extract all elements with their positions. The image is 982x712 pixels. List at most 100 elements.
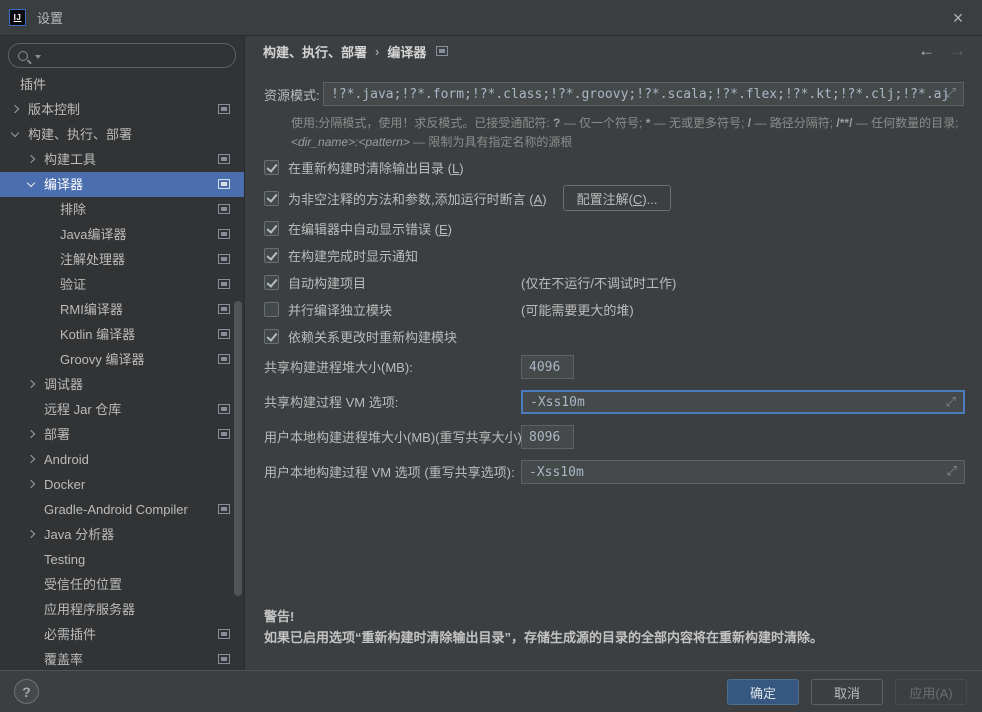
sidebar-scrollbar-thumb[interactable]	[234, 301, 242, 596]
sidebar-item[interactable]: Groovy 编译器	[0, 347, 244, 372]
ok-button[interactable]: 确定	[727, 679, 799, 705]
checkbox[interactable]	[264, 160, 279, 175]
chevron-right-icon[interactable]	[27, 530, 35, 538]
screen-icon	[218, 354, 230, 364]
screen-icon	[218, 504, 230, 514]
checkbox-label: 在重新构建时清除输出目录 (L)	[288, 158, 464, 177]
configure-annotations-button[interactable]: 配置注解(C)...	[563, 185, 672, 211]
screen-icon	[218, 154, 230, 164]
sidebar-item[interactable]: 覆盖率	[0, 647, 244, 670]
field-input[interactable]	[522, 356, 573, 378]
checkbox[interactable]	[264, 191, 279, 206]
sidebar-item-label: 构建、执行、部署	[28, 127, 132, 142]
checkbox[interactable]	[264, 248, 279, 263]
breadcrumb-item[interactable]: 构建、执行、部署	[263, 42, 367, 61]
sidebar-item-label: Testing	[44, 552, 85, 567]
field-input[interactable]	[522, 426, 573, 448]
checkbox-row: 并行编译独立模块(可能需要更大的堆)	[264, 296, 964, 323]
screen-icon	[218, 404, 230, 414]
field-input[interactable]	[522, 461, 964, 483]
help-button[interactable]: ?	[14, 679, 39, 704]
screen-icon	[218, 254, 230, 264]
chevron-right-icon[interactable]	[27, 155, 35, 163]
intellij-logo-icon: IJ	[9, 9, 26, 26]
sidebar-item[interactable]: 编译器	[0, 172, 244, 197]
resource-patterns-hint: 使用;分隔模式，使用！求反模式。已接受通配符: ? — 仅一个符号; * — 无…	[291, 114, 963, 152]
sidebar-item[interactable]: 部署	[0, 422, 244, 447]
resource-patterns-field[interactable]: ⤢	[323, 82, 964, 106]
screen-icon	[218, 229, 230, 239]
sidebar-item[interactable]: 注解处理器	[0, 247, 244, 272]
field-box[interactable]	[521, 355, 574, 379]
chevron-right-icon[interactable]	[27, 480, 35, 488]
title-bar: IJ 设置 ×	[0, 0, 982, 36]
breadcrumb-item[interactable]: 编译器	[387, 42, 426, 61]
sidebar-item-label: Groovy 编译器	[60, 352, 145, 367]
sidebar-item[interactable]: Gradle-Android Compiler	[0, 497, 244, 522]
close-icon[interactable]: ×	[946, 6, 970, 30]
chevron-right-icon[interactable]	[27, 430, 35, 438]
screen-icon	[218, 179, 230, 189]
sidebar-item[interactable]: 版本控制	[0, 97, 244, 122]
sidebar-item[interactable]: RMI编译器	[0, 297, 244, 322]
expand-field-icon[interactable]: ⤢	[946, 85, 956, 101]
sidebar-item-label: Android	[44, 452, 89, 467]
expand-field-icon[interactable]: ⤢	[946, 394, 956, 410]
checkbox[interactable]	[264, 275, 279, 290]
sidebar-item[interactable]: 受信任的位置	[0, 572, 244, 597]
content-header: 构建、执行、部署›编译器 ← →	[246, 36, 982, 66]
field-input[interactable]	[523, 392, 963, 412]
checkbox-comment: (仅在不运行/不调试时工作)	[521, 273, 676, 292]
sidebar-item-label: RMI编译器	[60, 302, 123, 317]
chevron-right-icon[interactable]	[11, 105, 19, 113]
checkbox-row: 自动构建项目(仅在不运行/不调试时工作)	[264, 269, 964, 296]
chevron-down-icon[interactable]	[11, 129, 19, 137]
field-label: 用户本地构建过程 VM 选项 (重写共享选项):	[264, 465, 515, 480]
checkbox-row: 在构建完成时显示通知	[264, 242, 964, 269]
chevron-right-icon[interactable]	[27, 455, 35, 463]
checkbox-label: 依赖关系更改时重新构建模块	[288, 327, 457, 346]
sidebar-item[interactable]: 插件	[0, 72, 244, 97]
sidebar-item[interactable]: 构建工具	[0, 147, 244, 172]
field-label: 共享构建进程堆大小(MB):	[264, 360, 413, 375]
footer-bar: ? 确定 取消 应用(A)	[0, 670, 982, 712]
screen-icon	[218, 104, 230, 114]
field-box[interactable]: ⤢	[521, 390, 965, 414]
search-options-caret-icon[interactable]	[35, 55, 41, 59]
checkbox[interactable]	[264, 302, 279, 317]
sidebar-item[interactable]: Docker	[0, 472, 244, 497]
window-title: 设置	[37, 8, 63, 27]
breadcrumb-separator: ›	[375, 44, 379, 59]
sidebar-item[interactable]: 必需插件	[0, 622, 244, 647]
sidebar-item[interactable]: Testing	[0, 547, 244, 572]
sidebar-item[interactable]: Android	[0, 447, 244, 472]
nav-back-icon[interactable]: ←	[918, 41, 935, 61]
checkbox[interactable]	[264, 329, 279, 344]
sidebar-item[interactable]: 应用程序服务器	[0, 597, 244, 622]
expand-field-icon[interactable]: ⤢	[947, 463, 957, 479]
sidebar-item[interactable]: 调试器	[0, 372, 244, 397]
sidebar-item[interactable]: Java编译器	[0, 222, 244, 247]
sidebar-item[interactable]: Kotlin 编译器	[0, 322, 244, 347]
cancel-button[interactable]: 取消	[811, 679, 883, 705]
field-label: 用户本地构建进程堆大小(MB)(重写共享大小):	[264, 430, 525, 445]
sidebar-item[interactable]: 远程 Jar 仓库	[0, 397, 244, 422]
sidebar-item[interactable]: 验证	[0, 272, 244, 297]
apply-button: 应用(A)	[895, 679, 967, 705]
sidebar-item-label: 调试器	[44, 377, 83, 392]
checkbox-row: 依赖关系更改时重新构建模块	[264, 323, 964, 350]
chevron-down-icon[interactable]	[27, 179, 35, 187]
checkbox[interactable]	[264, 221, 279, 236]
sidebar-item[interactable]: 排除	[0, 197, 244, 222]
screen-icon	[218, 304, 230, 314]
sidebar-item[interactable]: Java 分析器	[0, 522, 244, 547]
field-box[interactable]	[521, 425, 574, 449]
screen-icon	[218, 654, 230, 664]
sidebar-item[interactable]: 构建、执行、部署	[0, 122, 244, 147]
search-input[interactable]	[8, 43, 236, 68]
field-box[interactable]: ⤢	[521, 460, 965, 484]
chevron-right-icon[interactable]	[27, 380, 35, 388]
sidebar-item-label: 远程 Jar 仓库	[44, 402, 121, 417]
checkbox-row: 为非空注释的方法和参数,添加运行时断言 (A)配置注解(C)...	[264, 181, 964, 215]
resource-patterns-input[interactable]	[324, 83, 963, 105]
